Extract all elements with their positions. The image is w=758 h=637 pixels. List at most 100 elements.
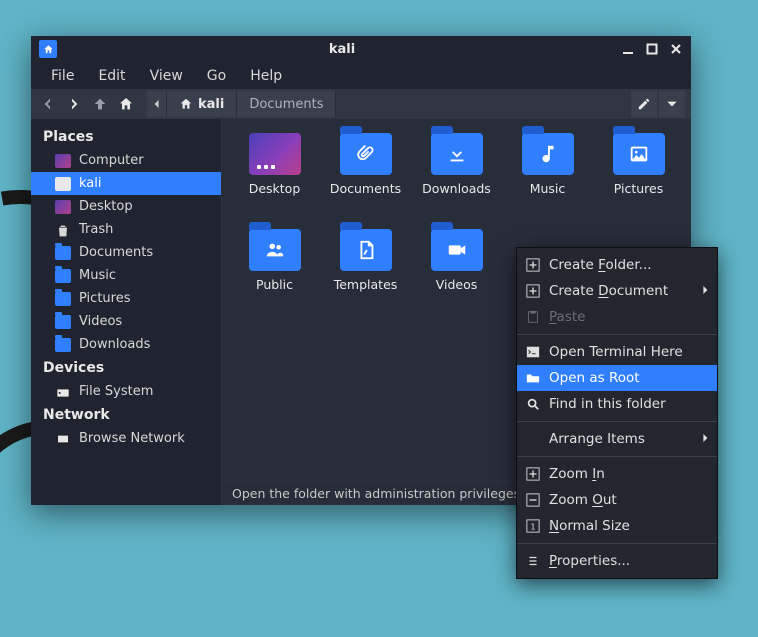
svg-text:1: 1	[530, 523, 535, 532]
add-icon	[525, 257, 541, 273]
ctx-label: Find in this folder	[549, 396, 666, 412]
search-icon	[525, 396, 541, 412]
context-menu: Create Folder...Create DocumentPasteOpen…	[516, 247, 718, 579]
close-button[interactable]	[669, 42, 683, 56]
menu-file[interactable]: File	[41, 65, 84, 87]
terminal-icon	[525, 344, 541, 360]
titlebar[interactable]: kali	[31, 36, 691, 62]
folder-icon	[249, 229, 301, 271]
ctx-properties[interactable]: Properties...	[517, 548, 717, 574]
nav-up-button[interactable]	[89, 93, 111, 115]
ctx-label: Zoom In	[549, 466, 605, 482]
sidebar-item-pictures[interactable]: Pictures	[31, 287, 221, 310]
sidebar-section-devices: Devices	[31, 356, 221, 380]
sidebar-item-label: Pictures	[79, 291, 130, 306]
sidebar-item-downloads[interactable]: Downloads	[31, 333, 221, 356]
sidebar-item-computer[interactable]: Computer	[31, 149, 221, 172]
home-icon	[179, 97, 193, 111]
plus-icon	[525, 466, 541, 482]
ctx-label: Open Terminal Here	[549, 344, 683, 360]
sidebar-item-label: Desktop	[79, 199, 133, 214]
ctx-zoom-in[interactable]: Zoom In	[517, 461, 717, 487]
ctx-label: Open as Root	[549, 370, 640, 386]
ctx-open-as-root[interactable]: Open as Root	[517, 365, 717, 391]
submenu-arrow-icon	[701, 283, 709, 299]
ctx-create-folder[interactable]: Create Folder...	[517, 252, 717, 278]
folder-label: Desktop	[249, 181, 301, 196]
folder-downloads[interactable]: Downloads	[412, 133, 501, 225]
sidebar-item-label: Browse Network	[79, 431, 185, 446]
edit-path-button[interactable]	[631, 91, 657, 117]
ctx-arrange-items[interactable]: Arrange Items	[517, 426, 717, 452]
ctx-create-document[interactable]: Create Document	[517, 278, 717, 304]
sidebar-item-label: Music	[79, 268, 116, 283]
minus-icon	[525, 492, 541, 508]
minimize-button[interactable]	[621, 42, 635, 56]
sidebar-item-file-system[interactable]: File System	[31, 380, 221, 403]
ctx-normal-size[interactable]: 1 Normal Size	[517, 513, 717, 539]
folder-music[interactable]: Music	[503, 133, 592, 225]
maximize-button[interactable]	[645, 42, 659, 56]
menu-view[interactable]: View	[140, 65, 193, 87]
ctx-open-terminal-here[interactable]: Open Terminal Here	[517, 339, 717, 365]
menu-separator	[517, 421, 717, 422]
statusbar-text: Open the folder with administration priv…	[232, 486, 520, 501]
folder-icon	[55, 315, 71, 329]
folder-label: Templates	[334, 277, 398, 292]
folder-videos[interactable]: Videos	[412, 229, 501, 321]
nav-back-button[interactable]	[37, 93, 59, 115]
folder-icon	[340, 229, 392, 271]
folder-documents[interactable]: Documents	[321, 133, 410, 225]
folder-label: Videos	[436, 277, 478, 292]
folder-label: Pictures	[614, 181, 664, 196]
folder-icon	[55, 246, 71, 260]
sidebar-item-browse-network[interactable]: Browse Network	[31, 427, 221, 450]
props-icon	[525, 553, 541, 569]
nav-forward-button[interactable]	[63, 93, 85, 115]
menu-edit[interactable]: Edit	[88, 65, 135, 87]
sidebar-item-trash[interactable]: Trash	[31, 218, 221, 241]
net-icon	[55, 432, 71, 446]
ctx-label: Normal Size	[549, 518, 630, 534]
breadcrumb-segment-label: Documents	[249, 97, 323, 112]
ctx-label: Zoom Out	[549, 492, 617, 508]
blank-icon	[525, 431, 541, 447]
breadcrumb-home[interactable]: kali	[167, 91, 237, 117]
fs-icon	[55, 385, 71, 399]
sidebar-item-label: Trash	[79, 222, 113, 237]
ctx-label: Create Folder...	[549, 257, 652, 273]
sidebar-item-desktop[interactable]: Desktop	[31, 195, 221, 218]
folder-icon	[431, 229, 483, 271]
folder-pictures[interactable]: Pictures	[594, 133, 683, 225]
sidebar-item-documents[interactable]: Documents	[31, 241, 221, 264]
folder-icon	[249, 133, 301, 175]
path-dropdown-button[interactable]	[659, 91, 685, 117]
trash-icon	[55, 223, 71, 237]
folder-icon	[55, 292, 71, 306]
sidebar-section-places: Places	[31, 125, 221, 149]
menu-help[interactable]: Help	[240, 65, 292, 87]
folder-templates[interactable]: Templates	[321, 229, 410, 321]
menu-go[interactable]: Go	[197, 65, 236, 87]
ctx-find-in-this-folder[interactable]: Find in this folder	[517, 391, 717, 417]
submenu-arrow-icon	[701, 431, 709, 447]
folder-label: Downloads	[422, 181, 491, 196]
folder-desktop[interactable]: Desktop	[230, 133, 319, 225]
breadcrumb-segment[interactable]: Documents	[237, 91, 336, 117]
nav-home-button[interactable]	[115, 93, 137, 115]
sidebar-item-kali[interactable]: kali	[31, 172, 221, 195]
sidebar-item-music[interactable]: Music	[31, 264, 221, 287]
sidebar-item-videos[interactable]: Videos	[31, 310, 221, 333]
ctx-zoom-out[interactable]: Zoom Out	[517, 487, 717, 513]
sidebar-item-label: Downloads	[79, 337, 150, 352]
folder-label: Music	[530, 181, 566, 196]
folder-icon	[522, 133, 574, 175]
folder-label: Public	[256, 277, 293, 292]
ctx-label: Properties...	[549, 553, 630, 569]
sidebar-section-network: Network	[31, 403, 221, 427]
app-icon	[39, 40, 57, 58]
sidebar-item-label: File System	[79, 384, 153, 399]
breadcrumb-history-button[interactable]	[147, 91, 167, 117]
folder-label: Documents	[330, 181, 401, 196]
folder-public[interactable]: Public	[230, 229, 319, 321]
